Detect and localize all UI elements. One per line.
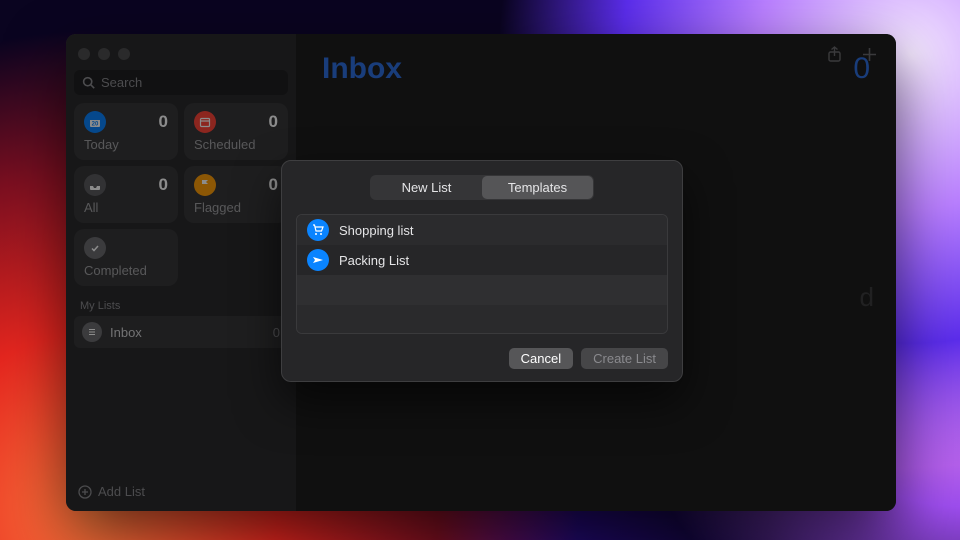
add-list-label: Add List — [98, 484, 145, 499]
card-flagged[interactable]: 0 Flagged — [184, 166, 288, 223]
template-name: Packing List — [339, 253, 409, 268]
card-count: 0 — [159, 112, 168, 132]
template-row-empty — [297, 275, 667, 305]
add-list-button[interactable]: Add List — [74, 480, 288, 503]
sidebar: Search 20 0 Today 0 Schedu — [66, 34, 296, 511]
search-placeholder: Search — [101, 75, 142, 90]
search-icon — [82, 76, 95, 89]
card-label: All — [84, 200, 168, 215]
plus-icon[interactable] — [861, 46, 878, 63]
calendar-icon — [194, 111, 216, 133]
plus-circle-icon — [78, 485, 92, 499]
section-my-lists: My Lists — [80, 300, 282, 312]
list-bullet-icon — [82, 322, 102, 342]
template-row[interactable]: Packing List — [297, 245, 667, 275]
share-icon[interactable] — [826, 46, 843, 63]
sidebar-item-inbox[interactable]: Inbox 0 — [74, 316, 288, 348]
card-count: 0 — [269, 112, 278, 132]
checkmark-circle-icon — [84, 237, 106, 259]
shopping-cart-icon — [307, 219, 329, 241]
segmented-control[interactable]: New List Templates — [370, 175, 594, 200]
close-dot-icon[interactable] — [78, 48, 90, 60]
list-count: 0 — [273, 325, 280, 340]
minimize-dot-icon[interactable] — [98, 48, 110, 60]
card-label: Scheduled — [194, 137, 278, 152]
card-completed[interactable]: Completed — [74, 229, 178, 286]
card-label: Today — [84, 137, 168, 152]
card-all[interactable]: 0 All — [74, 166, 178, 223]
airplane-icon — [307, 249, 329, 271]
flag-icon — [194, 174, 216, 196]
template-list[interactable]: Shopping list Packing List — [296, 214, 668, 334]
template-name: Shopping list — [339, 223, 413, 238]
template-row[interactable]: Shopping list — [297, 215, 667, 245]
tab-templates[interactable]: Templates — [482, 176, 593, 199]
card-count: 0 — [159, 175, 168, 195]
card-today[interactable]: 20 0 Today — [74, 103, 178, 160]
cancel-button[interactable]: Cancel — [509, 348, 573, 369]
window-traffic-lights[interactable] — [74, 42, 288, 70]
template-row-empty — [297, 305, 667, 334]
background-hint-text: d — [860, 282, 874, 313]
new-list-dialog: New List Templates Shopping list Packing… — [281, 160, 683, 382]
tab-new-list[interactable]: New List — [371, 176, 482, 199]
list-name: Inbox — [110, 325, 142, 340]
card-label: Completed — [84, 263, 168, 278]
zoom-dot-icon[interactable] — [118, 48, 130, 60]
tray-icon — [84, 174, 106, 196]
page-title: Inbox — [322, 52, 402, 86]
search-input[interactable]: Search — [74, 70, 288, 95]
smart-list-cards: 20 0 Today 0 Scheduled — [74, 103, 288, 286]
card-label: Flagged — [194, 200, 278, 215]
svg-text:20: 20 — [92, 122, 99, 128]
calendar-today-icon: 20 — [84, 111, 106, 133]
card-count: 0 — [269, 175, 278, 195]
card-scheduled[interactable]: 0 Scheduled — [184, 103, 288, 160]
create-list-button[interactable]: Create List — [581, 348, 668, 369]
